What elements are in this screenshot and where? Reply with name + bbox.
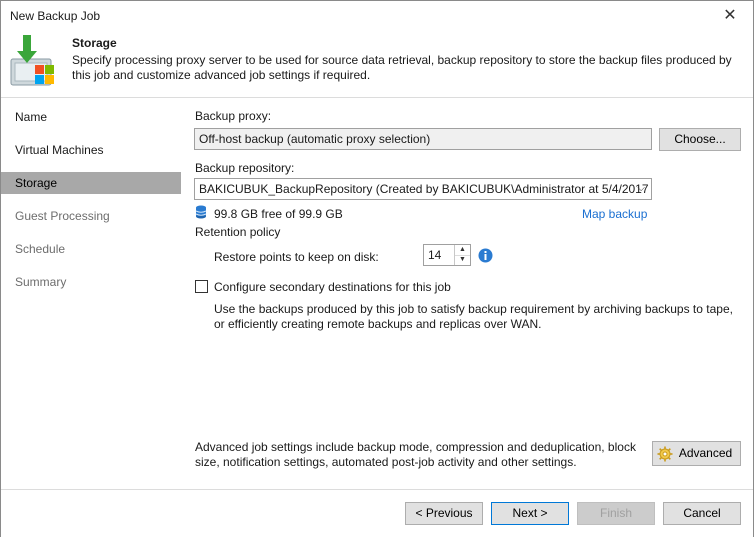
nav-item-storage[interactable]: Storage	[1, 172, 181, 194]
info-icon[interactable]	[478, 248, 493, 263]
new-backup-job-window: New Backup Job ✕ Storage Specify process…	[0, 0, 754, 537]
previous-button[interactable]: < Previous	[405, 502, 483, 525]
restore-points-stepper[interactable]: 14 ▲ ▼	[423, 244, 471, 266]
backup-repository-select[interactable]: BAKICUBUK_BackupRepository (Created by B…	[194, 178, 652, 200]
finish-button[interactable]: Finish	[577, 502, 655, 525]
nav-item-summary[interactable]: Summary	[1, 271, 181, 293]
cancel-button[interactable]: Cancel	[663, 502, 741, 525]
secondary-destinations-checkbox[interactable]	[195, 280, 208, 293]
free-space-text: 99.8 GB free of 99.9 GB	[214, 207, 343, 221]
advanced-button-label: Advanced	[678, 446, 733, 460]
backup-job-logo-icon	[10, 35, 54, 86]
secondary-destinations-label: Configure secondary destinations for thi…	[214, 280, 451, 294]
window-title: New Backup Job	[10, 9, 101, 23]
storage-panel: Backup proxy: Off-host backup (automatic…	[181, 98, 753, 488]
backup-repository-value: BAKICUBUK_BackupRepository (Created by B…	[199, 182, 649, 196]
nav-item-virtual-machines[interactable]: Virtual Machines	[1, 139, 181, 161]
wizard-footer: < Previous Next > Finish Cancel	[1, 489, 753, 537]
nav-item-guest-processing[interactable]: Guest Processing	[1, 205, 181, 227]
dropdown-chevron-icon: ⌵	[637, 183, 645, 194]
restore-points-label: Restore points to keep on disk:	[214, 250, 379, 264]
next-button[interactable]: Next >	[491, 502, 569, 525]
map-backup-link[interactable]: Map backup	[582, 207, 647, 221]
advanced-settings-description: Advanced job settings include backup mod…	[195, 440, 636, 469]
nav-item-schedule[interactable]: Schedule	[1, 238, 181, 260]
spinner-down-icon[interactable]: ▼	[455, 255, 470, 265]
stepper-arrows: ▲ ▼	[454, 245, 470, 265]
database-icon	[195, 205, 207, 219]
backup-proxy-field[interactable]: Off-host backup (automatic proxy selecti…	[194, 128, 652, 150]
wizard-header: Storage Specify processing proxy server …	[1, 31, 753, 98]
secondary-destinations-description: Use the backups produced by this job to …	[214, 302, 733, 331]
backup-repository-label: Backup repository:	[195, 161, 295, 175]
page-title: Storage	[72, 36, 117, 50]
restore-points-value: 14	[428, 248, 442, 262]
choose-proxy-button[interactable]: Choose...	[659, 128, 741, 151]
advanced-button[interactable]: Advanced	[652, 441, 741, 466]
backup-proxy-label: Backup proxy:	[195, 109, 272, 123]
wizard-steps: Name Virtual Machines Storage Guest Proc…	[1, 98, 181, 488]
title-bar: New Backup Job ✕	[1, 1, 753, 31]
retention-policy-label: Retention policy	[195, 225, 281, 239]
nav-item-name[interactable]: Name	[1, 106, 181, 128]
close-icon[interactable]: ✕	[707, 1, 753, 31]
page-description: Specify processing proxy server to be us…	[72, 53, 732, 82]
gear-icon	[657, 446, 673, 462]
